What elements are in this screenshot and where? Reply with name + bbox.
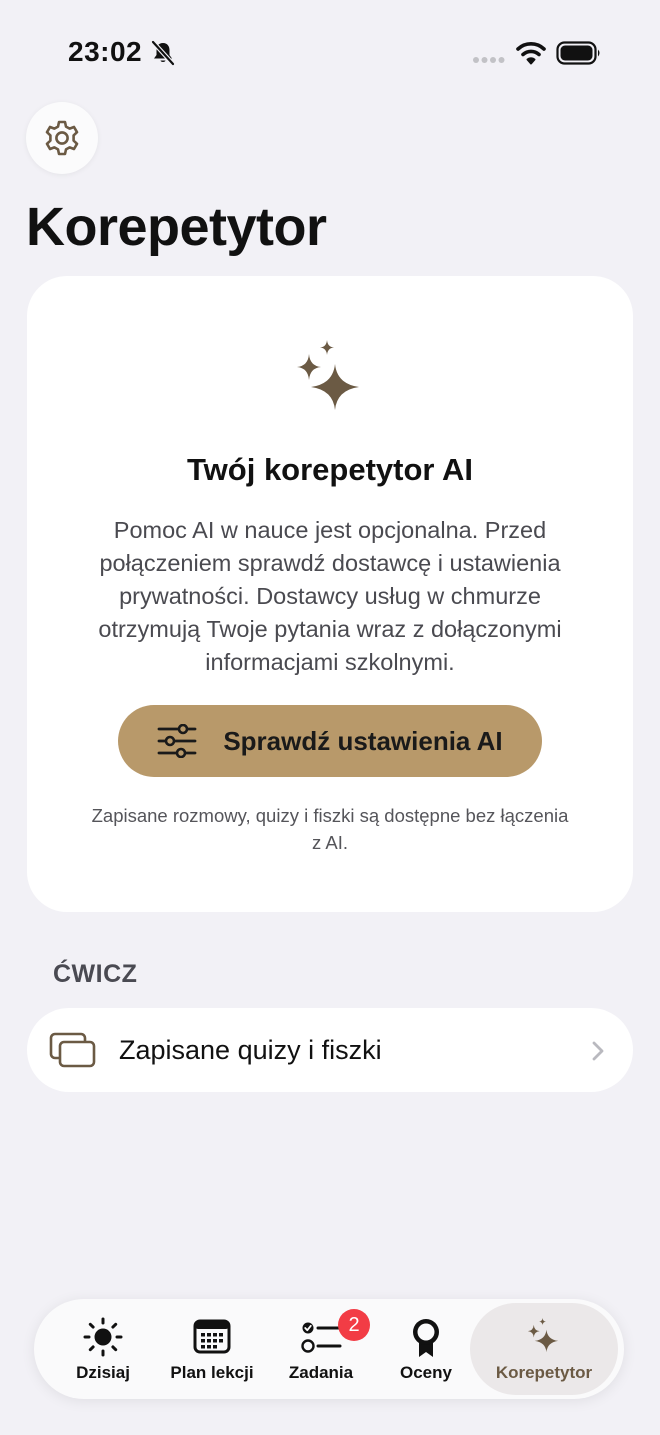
check-ai-settings-button[interactable]: Sprawdź ustawienia AI xyxy=(118,705,542,777)
saved-quizzes-row[interactable]: Zapisane quizy i fiszki xyxy=(27,1008,633,1092)
tab-assignments-label: Zadania xyxy=(288,1363,354,1382)
tab-timetable-label: Plan lekcji xyxy=(170,1363,254,1382)
card-title: Twój korepetytor AI xyxy=(187,452,473,487)
tab-today[interactable]: Dzisiaj xyxy=(60,1299,146,1399)
sparkles-icon xyxy=(527,1318,559,1353)
gear-icon xyxy=(45,120,79,156)
tab-bar: Dzisiaj Plan lekcji Zadania 2 Oceny Kore… xyxy=(34,1299,624,1399)
battery-icon xyxy=(556,41,600,65)
chevron-right-icon xyxy=(592,1041,604,1061)
assignments-badge: 2 xyxy=(338,1309,370,1341)
page-title: Korepetytor xyxy=(26,197,327,257)
tab-tutor[interactable]: Korepetytor xyxy=(470,1303,618,1395)
ai-tutor-card: Twój korepetytor AI Pomoc AI w nauce jes… xyxy=(27,276,633,912)
tab-grades[interactable]: Oceny xyxy=(384,1299,468,1399)
status-bar: 23:02 xyxy=(0,0,660,100)
signal-icon xyxy=(473,57,505,63)
check-ai-settings-label: Sprawdź ustawienia AI xyxy=(223,725,503,756)
status-time: 23:02 xyxy=(68,36,143,67)
card-description: Pomoc AI w nauce jest opcjonalna. Przed … xyxy=(98,517,562,675)
checklist-icon xyxy=(301,1322,342,1353)
tab-timetable[interactable]: Plan lekcji xyxy=(160,1299,264,1399)
section-header-practice: ĆWICZ xyxy=(53,960,138,988)
sun-icon xyxy=(83,1317,123,1357)
award-icon xyxy=(413,1319,439,1357)
tab-today-label: Dzisiaj xyxy=(76,1363,130,1382)
tab-grades-label: Oceny xyxy=(400,1363,452,1382)
sliders-icon xyxy=(157,724,197,758)
bell-slash-icon xyxy=(151,40,175,66)
offline-note: Zapisane rozmowy, quizy i fiszki są dost… xyxy=(91,805,569,853)
settings-button[interactable] xyxy=(26,102,98,174)
saved-quizzes-label: Zapisane quizy i fiszki xyxy=(119,1035,382,1065)
cards-icon xyxy=(49,1032,96,1068)
sparkles-icon xyxy=(297,340,359,410)
tab-tutor-label: Korepetytor xyxy=(495,1363,593,1382)
wifi-icon xyxy=(516,42,546,65)
calendar-icon xyxy=(193,1319,231,1354)
